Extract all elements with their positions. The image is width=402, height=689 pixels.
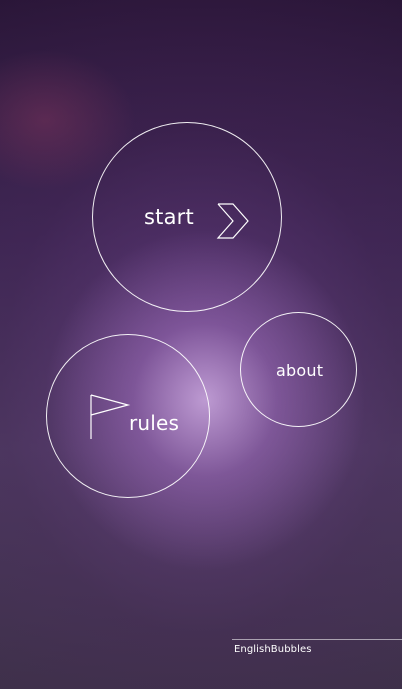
rules-label: rules [129,411,180,435]
flag-icon [90,394,131,439]
about-button[interactable]: about [240,312,357,427]
start-button[interactable]: start [92,122,282,312]
footer-divider [232,639,402,640]
about-label: about [276,361,324,380]
start-label: start [144,205,194,229]
rules-button[interactable]: rules [46,334,210,498]
app-name: EnglishBubbles [234,644,312,655]
chevron-right-icon [216,203,249,239]
